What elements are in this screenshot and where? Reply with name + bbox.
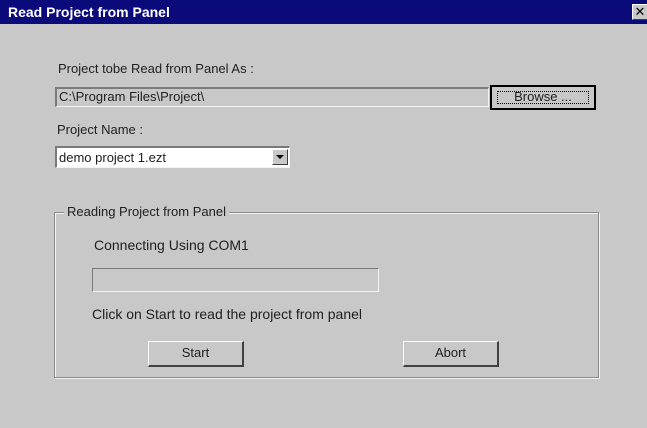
project-name-select[interactable]: demo project 1.ezt — [55, 146, 290, 168]
project-name-value: demo project 1.ezt — [59, 150, 166, 165]
connection-status: Connecting Using COM1 — [94, 237, 249, 253]
title-bar[interactable]: Read Project from Panel ✕ — [0, 0, 647, 24]
window-title: Read Project from Panel — [8, 4, 170, 20]
project-name-label: Project Name : — [57, 122, 143, 137]
path-label: Project tobe Read from Panel As : — [58, 61, 254, 76]
browse-button-label: Browse ... — [514, 89, 572, 104]
browse-button[interactable]: Browse ... — [490, 85, 596, 110]
start-button[interactable]: Start — [148, 341, 244, 367]
progress-bar — [92, 268, 379, 292]
close-icon: ✕ — [634, 4, 646, 19]
close-button[interactable]: ✕ — [632, 4, 647, 20]
read-project-dialog: Read Project from Panel ✕ Project tobe R… — [0, 0, 647, 428]
path-field[interactable]: C:\Program Files\Project\ — [55, 87, 489, 107]
chevron-down-icon[interactable] — [272, 149, 288, 165]
instruction-text: Click on Start to read the project from … — [92, 306, 363, 322]
group-title: Reading Project from Panel — [64, 204, 229, 219]
abort-button[interactable]: Abort — [403, 341, 499, 367]
